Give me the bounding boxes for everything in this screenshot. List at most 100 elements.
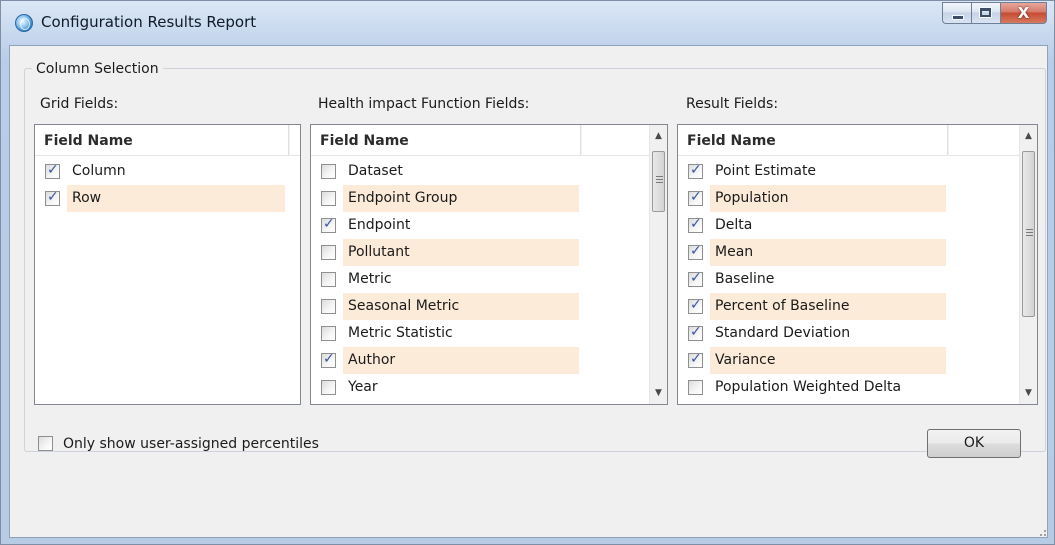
field-checkbox[interactable] [321, 164, 336, 179]
close-icon: X [1017, 4, 1030, 22]
list-item[interactable]: Point Estimate [678, 158, 954, 185]
field-name-label: Population Weighted Delta [715, 379, 902, 395]
field-checkbox[interactable] [45, 189, 60, 206]
header-filler [289, 125, 300, 156]
window-title: Configuration Results Report [41, 13, 257, 31]
list-item[interactable]: Author [311, 347, 587, 374]
resize-grip-icon[interactable] [1036, 526, 1046, 536]
percentiles-label: Only show user-assigned percentiles [63, 436, 319, 452]
group-title: Column Selection [32, 61, 163, 77]
ok-button[interactable]: OK [927, 429, 1021, 458]
grid-fields-label: Grid Fields: [40, 96, 119, 112]
field-name-label: Endpoint Group [343, 185, 579, 212]
field-name-label: Delta [715, 217, 753, 233]
field-checkbox[interactable] [321, 245, 336, 260]
thumb-grip-icon [1026, 229, 1033, 230]
field-checkbox[interactable] [688, 297, 703, 314]
field-name-label: Percent of Baseline [710, 293, 946, 320]
field-name-label: Row [67, 185, 285, 212]
list-item[interactable]: Column [35, 158, 293, 185]
caption-buttons: X [942, 2, 1047, 24]
list-item[interactable]: Population Weighted Delta [678, 374, 954, 401]
title-bar[interactable]: Configuration Results Report X [1, 1, 1054, 45]
field-checkbox[interactable] [321, 216, 336, 233]
field-name-label: Baseline [715, 271, 775, 287]
list-item[interactable]: Metric [311, 266, 587, 293]
header-filler [948, 125, 1021, 156]
field-checkbox[interactable] [321, 191, 336, 206]
scroll-down-arrow-icon[interactable]: ▼ [1020, 384, 1037, 402]
globe-app-icon [15, 14, 33, 32]
maximize-button[interactable] [971, 2, 1000, 24]
field-checkbox[interactable] [321, 380, 336, 395]
field-checkbox[interactable] [688, 162, 703, 179]
maximize-icon [979, 7, 992, 18]
list-item[interactable]: Dataset [311, 158, 587, 185]
scroll-up-arrow-icon[interactable]: ▲ [650, 127, 667, 145]
field-name-label: Population [710, 185, 946, 212]
field-name-label: Dataset [348, 163, 403, 179]
list-header: Field Name [311, 125, 651, 156]
hif-fields-list[interactable]: Field Name ▲ ▼ Dataset Endpoint Group Endp… [310, 124, 668, 405]
field-checkbox[interactable] [321, 299, 336, 314]
list-header: Field Name [35, 125, 300, 156]
field-name-label: Endpoint [348, 217, 411, 233]
field-checkbox[interactable] [321, 272, 336, 287]
minimize-icon [952, 15, 964, 20]
list-item[interactable]: Population [678, 185, 954, 212]
list-item[interactable]: Mean [678, 239, 954, 266]
field-name-label: Metric [348, 271, 392, 287]
list-item[interactable]: Endpoint [311, 212, 587, 239]
list-item[interactable]: Pollutant [311, 239, 587, 266]
field-checkbox[interactable] [688, 243, 703, 260]
list-item[interactable]: Variance [678, 347, 954, 374]
list-item[interactable]: Year [311, 374, 587, 401]
field-name-label: Seasonal Metric [343, 293, 579, 320]
field-name-column-header[interactable]: Field Name [311, 125, 581, 156]
field-name-column-header[interactable]: Field Name [35, 125, 289, 156]
field-name-label: Standard Deviation [715, 325, 851, 341]
list-item[interactable]: Seasonal Metric [311, 293, 587, 320]
field-name-label: Pollutant [343, 239, 579, 266]
list-item[interactable]: Metric Statistic [311, 320, 587, 347]
field-name-label: Mean [710, 239, 946, 266]
hif-vertical-scrollbar[interactable]: ▲ ▼ [649, 125, 667, 404]
field-name-label: Variance [710, 347, 946, 374]
field-name-label: Point Estimate [715, 163, 817, 179]
list-item[interactable]: Endpoint Group [311, 185, 587, 212]
hif-fields-label: Health impact Function Fields: [318, 96, 530, 112]
scroll-up-arrow-icon[interactable]: ▲ [1020, 127, 1037, 145]
field-name-label: Metric Statistic [348, 325, 453, 341]
field-name-label: Column [72, 163, 126, 179]
field-name-label: Year [348, 379, 378, 395]
scroll-thumb[interactable] [652, 151, 665, 212]
minimize-button[interactable] [942, 2, 971, 24]
result-fields-label: Result Fields: [686, 96, 779, 112]
client-area: Column Selection Grid Fields: Field Name… [9, 45, 1048, 538]
result-vertical-scrollbar[interactable]: ▲ ▼ [1019, 125, 1037, 404]
scroll-down-arrow-icon[interactable]: ▼ [650, 384, 667, 402]
list-item[interactable]: Delta [678, 212, 954, 239]
field-checkbox[interactable] [688, 351, 703, 368]
field-checkbox[interactable] [321, 326, 336, 341]
field-checkbox[interactable] [688, 216, 703, 233]
grid-fields-list[interactable]: Field Name Column Row [34, 124, 301, 405]
field-name-column-header[interactable]: Field Name [678, 125, 948, 156]
list-item[interactable]: Standard Deviation [678, 320, 954, 347]
list-item[interactable]: Percent of Baseline [678, 293, 954, 320]
field-checkbox[interactable] [321, 351, 336, 368]
field-checkbox[interactable] [688, 270, 703, 287]
field-checkbox[interactable] [45, 162, 60, 179]
field-name-label: Author [343, 347, 579, 374]
result-fields-list[interactable]: Field Name ▲ ▼ Point Estimate Population D… [677, 124, 1038, 405]
close-button[interactable]: X [1000, 2, 1047, 24]
field-checkbox[interactable] [688, 380, 703, 395]
scroll-thumb[interactable] [1022, 151, 1035, 317]
list-item[interactable]: Row [35, 185, 293, 212]
thumb-grip-icon [656, 176, 663, 177]
field-checkbox[interactable] [688, 189, 703, 206]
list-item[interactable]: Baseline [678, 266, 954, 293]
header-filler [581, 125, 651, 156]
percentiles-checkbox[interactable] [38, 436, 53, 451]
field-checkbox[interactable] [688, 324, 703, 341]
